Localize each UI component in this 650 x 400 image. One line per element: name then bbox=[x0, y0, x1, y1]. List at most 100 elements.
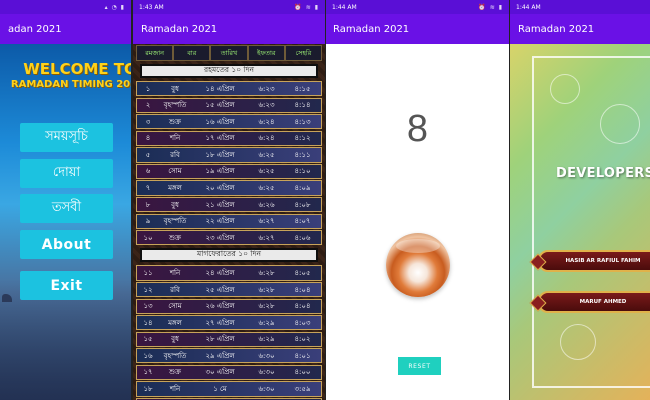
cell-sehri: ৪:১৫ bbox=[294, 84, 311, 93]
cell-day: রবি bbox=[170, 285, 180, 294]
tasbih-button[interactable]: তসবী bbox=[20, 194, 113, 223]
home-screen: ▴ ◔ ▮ adan 2021 WELCOME TO RAMADAN TIMIN… bbox=[0, 0, 131, 400]
cell-ramadan: ১২ bbox=[143, 285, 153, 294]
cell-iftar: ৬:২৯ bbox=[258, 335, 275, 344]
cell-sehri: ৪:০৬ bbox=[294, 233, 311, 242]
cell-day: বৃহস্পতি bbox=[163, 217, 187, 226]
table-row: ১৮ শনি ১ মে ৬:৩০ ৩:৫৯ bbox=[136, 381, 322, 397]
table-row: ২ বৃহস্পতি ১৫ এপ্রিল ৬:২৩ ৪:১৪ bbox=[136, 97, 322, 113]
table-row: ৭ মঙ্গল ২০ এপ্রিল ৬:২৫ ৪:০৯ bbox=[136, 180, 322, 196]
about-button[interactable]: About bbox=[20, 230, 113, 259]
cell-iftar: ৬:২৩ bbox=[258, 84, 275, 93]
app-bar: Ramadan 2021 bbox=[133, 14, 325, 44]
cell-ramadan: ২ bbox=[145, 101, 151, 110]
cell-sehri: ৪:১১ bbox=[294, 150, 311, 159]
header-sehri: সেহরি bbox=[284, 45, 323, 61]
status-bar: 1:43 AM ⏰ ≋ ▮ bbox=[133, 0, 325, 14]
app-bar: adan 2021 bbox=[0, 14, 131, 44]
cell-ramadan: ১০ bbox=[143, 233, 153, 242]
cell-ramadan: ১৬ bbox=[143, 351, 153, 360]
cell-date: ১৭ এপ্রিল bbox=[205, 134, 235, 143]
table-row: ১০ শুক্র ২৩ এপ্রিল ৬:২৭ ৪:০৬ bbox=[136, 230, 322, 246]
reset-button[interactable]: RESET bbox=[398, 357, 441, 375]
cell-iftar: ৬:২৪ bbox=[258, 134, 275, 143]
developer-banner: MARUF AHMED bbox=[538, 291, 650, 313]
cell-day: শুক্র bbox=[169, 368, 181, 377]
cell-day: শনি bbox=[169, 268, 181, 277]
welcome-line-1: WELCOME TO bbox=[23, 60, 131, 78]
cell-sehri: ৪:০৪ bbox=[294, 285, 311, 294]
cell-iftar: ৬:২৮ bbox=[258, 302, 275, 311]
cell-iftar: ৬:২৮ bbox=[258, 285, 275, 294]
table-row: ৩ শুক্র ১৬ এপ্রিল ৬:২৪ ৪:১৩ bbox=[136, 114, 322, 130]
cell-day: বুধ bbox=[171, 200, 179, 209]
cell-sehri: ৪:১২ bbox=[294, 134, 311, 143]
cell-date: ২২ এপ্রিল bbox=[205, 217, 235, 226]
status-bar: ▴ ◔ ▮ bbox=[0, 0, 131, 14]
cell-date: ২৮ এপ্রিল bbox=[205, 335, 235, 344]
cell-sehri: ৩:৫৯ bbox=[294, 385, 311, 394]
cell-ramadan: ১১ bbox=[143, 268, 153, 277]
cell-sehri: ৪:০৮ bbox=[294, 200, 311, 209]
header-iftar: ইফতার bbox=[247, 45, 285, 61]
home-content: WELCOME TO RAMADAN TIMING 202 সময়সূচি দ… bbox=[0, 44, 131, 400]
cell-ramadan: ১৫ bbox=[143, 335, 153, 344]
tasbih-count: 8 bbox=[406, 108, 429, 150]
cell-date: ২৭ এপ্রিল bbox=[205, 318, 235, 327]
table-row: ১৫ বুধ ২৮ এপ্রিল ৬:২৯ ৪:০২ bbox=[136, 331, 322, 347]
ornament-swirl bbox=[560, 324, 596, 360]
schedule-screen: 1:43 AM ⏰ ≋ ▮ Ramadan 2021 রমজান বার তার… bbox=[133, 0, 325, 400]
cell-day: রবি bbox=[170, 150, 180, 159]
cell-iftar: ৬:২৯ bbox=[258, 318, 275, 327]
cell-sehri: ৪:০৯ bbox=[294, 184, 311, 193]
cell-day: বৃহস্পতি bbox=[163, 351, 187, 360]
cell-sehri: ৪:১০ bbox=[294, 167, 311, 176]
cell-iftar: ৬:২৪ bbox=[258, 117, 275, 126]
cell-iftar: ৬:৩০ bbox=[258, 351, 275, 360]
cell-sehri: ৪:০৭ bbox=[294, 217, 311, 226]
camel-silhouette-icon bbox=[2, 294, 12, 302]
cell-iftar: ৬:২৫ bbox=[258, 150, 275, 159]
cell-date: ১৬ এপ্রিল bbox=[205, 117, 235, 126]
schedule-button[interactable]: সময়সূচি bbox=[20, 123, 113, 152]
header-day: বার bbox=[173, 45, 211, 61]
cell-date: ১৮ এপ্রিল bbox=[205, 150, 235, 159]
cell-date: ১৪ এপ্রিল bbox=[205, 84, 235, 93]
app-title: Ramadan 2021 bbox=[141, 23, 218, 35]
welcome-banner: WELCOME TO RAMADAN TIMING 202 bbox=[10, 60, 131, 90]
status-icons: ⏰ ≋ ▮ bbox=[294, 3, 319, 11]
section-heading-rahmat: রহমতের ১০ দিন bbox=[140, 64, 318, 78]
table-row: ৪ শনি ১৭ এপ্রিল ৬:২৪ ৪:১২ bbox=[136, 130, 322, 146]
cell-date: ২৯ এপ্রিল bbox=[205, 351, 235, 360]
cell-day: শনি bbox=[169, 385, 181, 394]
app-bar: Ramadan 2021 bbox=[326, 14, 509, 44]
app-title: adan 2021 bbox=[8, 23, 62, 35]
app-title: Ramadan 2021 bbox=[333, 23, 410, 35]
status-icons: ▴ ◔ ▮ bbox=[104, 3, 125, 11]
developer-banner: HASIB AR RAFIUL FAHIM bbox=[538, 250, 650, 272]
table-body-first: ১ বুধ ১৪ এপ্রিল ৬:২৩ ৪:১৫ ২ বৃহস্পতি ১৫ এপ্রিল ৬… bbox=[136, 81, 322, 246]
cell-date: ২৫ এপ্রিল bbox=[205, 285, 235, 294]
cell-ramadan: ৮ bbox=[145, 200, 151, 209]
cell-ramadan: ১৪ bbox=[143, 318, 153, 327]
cell-ramadan: ৭ bbox=[145, 184, 151, 193]
cell-sehri: ৪:০০ bbox=[294, 368, 311, 377]
status-time: 1:44 AM bbox=[516, 3, 541, 11]
cell-date: ৩০ এপ্রিল bbox=[205, 368, 235, 377]
tasbih-bead-button[interactable] bbox=[386, 233, 450, 297]
exit-button[interactable]: Exit bbox=[20, 271, 113, 300]
section-heading-maghfirat: মাগফেরাতের ১০ দিন bbox=[140, 248, 318, 263]
table-row: ১৭ শুক্র ৩০ এপ্রিল ৬:৩০ ৪:০০ bbox=[136, 364, 322, 381]
cell-iftar: ৬:২৫ bbox=[258, 167, 275, 176]
table-row: ১৩ সোম ২৬ এপ্রিল ৬:২৮ ৪:০৪ bbox=[136, 298, 322, 314]
table-row: ১৪ মঙ্গল ২৭ এপ্রিল ৬:২৯ ৪:০৩ bbox=[136, 315, 322, 331]
cell-day: বৃহস্পতি bbox=[163, 101, 187, 110]
dua-button[interactable]: দোয়া bbox=[20, 159, 113, 188]
schedule-table[interactable]: রমজান বার তারিখ ইফতার সেহরি রহমতের ১০ দি… bbox=[133, 44, 325, 400]
table-row: ১ বুধ ১৪ এপ্রিল ৬:২৩ ৪:১৫ bbox=[136, 81, 322, 97]
cell-date: ১৯ এপ্রিল bbox=[205, 167, 235, 176]
cell-date: ১ মে bbox=[213, 385, 227, 394]
cell-sehri: ৪:০৪ bbox=[294, 302, 311, 311]
cell-date: ১৫ এপ্রিল bbox=[205, 101, 235, 110]
cell-iftar: ৬:৩০ bbox=[258, 385, 275, 394]
